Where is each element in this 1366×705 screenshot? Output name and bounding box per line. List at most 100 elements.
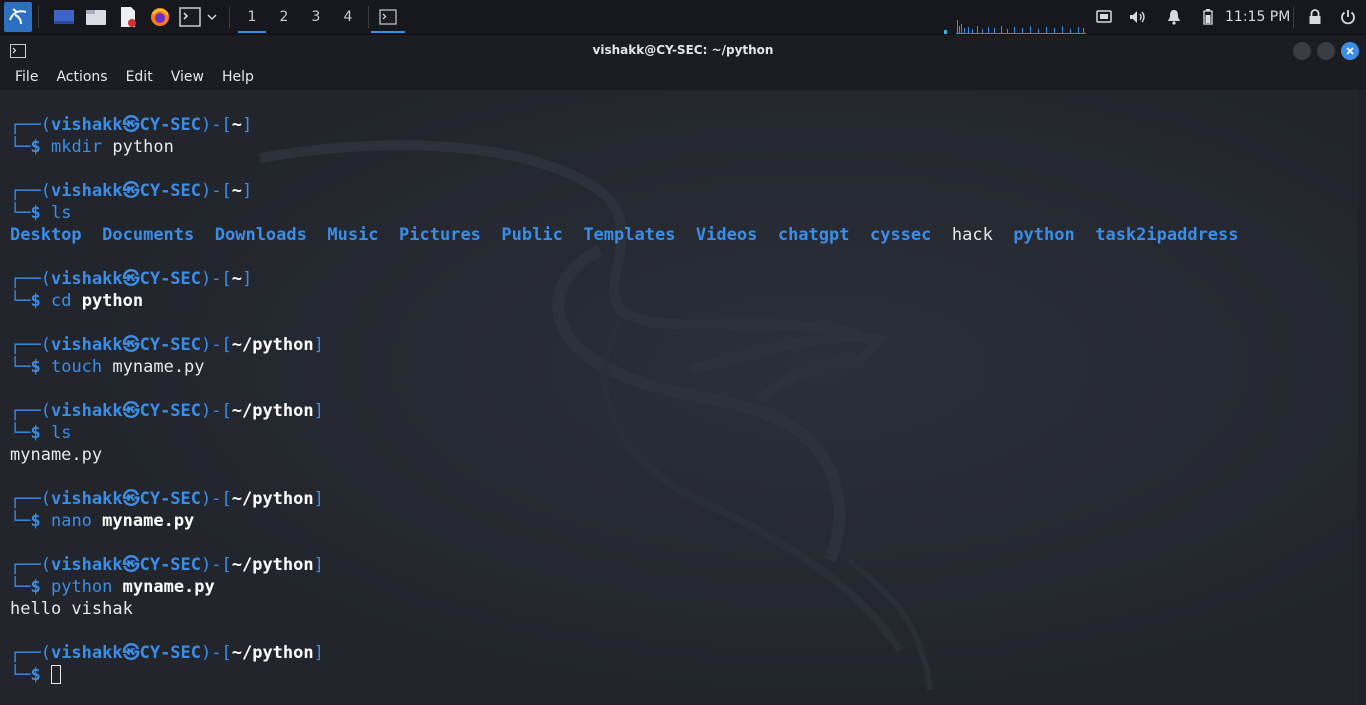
prompt-bracket: └─ (10, 291, 31, 311)
prompt-bracket: └─ (10, 137, 31, 157)
prompt-dollar: $ (30, 423, 51, 443)
ls-entry: Videos (695, 225, 758, 245)
terminal-launcher-icon[interactable] (177, 4, 203, 30)
prompt-user-host: vishakk㉿CY-SEC (50, 401, 202, 421)
prompt-user-host: vishakk㉿CY-SEC (50, 181, 202, 201)
command-name: python (50, 577, 113, 597)
battery-icon[interactable] (1198, 0, 1218, 34)
prompt-path: ~/python (231, 401, 314, 421)
menu-help[interactable]: Help (213, 65, 263, 90)
prompt-bracket: ┌──( (10, 181, 51, 201)
window-titlebar[interactable]: vishakk@CY-SEC: ~/python (0, 35, 1366, 65)
prompt-dollar: $ (30, 577, 51, 597)
cpu-graph (944, 20, 1086, 34)
prompt-bracket: )-[ (201, 269, 232, 289)
prompt-bracket: ┌──( (10, 115, 51, 135)
prompt-bracket: └─ (10, 577, 31, 597)
prompt-bracket: )-[ (201, 181, 232, 201)
prompt-dollar: $ (30, 203, 51, 223)
prompt-bracket: )-[ (201, 115, 232, 135)
command-arg: myname.py (112, 357, 205, 377)
prompt-bracket: └─ (10, 665, 31, 685)
screen-icon[interactable] (1094, 0, 1114, 34)
workspace-4[interactable]: 4 (332, 0, 364, 34)
prompt-bracket: )-[ (201, 643, 232, 663)
prompt-bracket: ] (313, 555, 324, 575)
terminal-scrollbar[interactable] (1358, 90, 1366, 705)
prompt-dollar: $ (30, 137, 51, 157)
taskbar-separator (1293, 6, 1294, 28)
prompt-bracket: )-[ (201, 555, 232, 575)
prompt-bracket: )-[ (201, 401, 232, 421)
workspace-3[interactable]: 3 (300, 0, 332, 34)
volume-icon[interactable] (1128, 0, 1148, 34)
workspace-label: 2 (279, 9, 289, 25)
taskbar-separator (229, 6, 230, 28)
file-manager-icon[interactable] (83, 4, 109, 30)
prompt-bracket: └─ (10, 203, 31, 223)
menu-actions[interactable]: Actions (47, 65, 116, 90)
prompt-path: ~/python (231, 555, 314, 575)
firefox-icon[interactable] (147, 4, 173, 30)
command-arg: myname.py (102, 511, 195, 531)
workspace-label: 1 (247, 9, 257, 25)
prompt-bracket: ] (241, 181, 253, 201)
prompt-dollar: $ (30, 357, 51, 377)
close-button[interactable] (1341, 42, 1359, 60)
maximize-button[interactable] (1317, 42, 1335, 60)
show-desktop-icon[interactable] (51, 4, 77, 30)
command-line: └─$ (10, 664, 1239, 686)
terminal-task-button[interactable] (371, 0, 405, 34)
ls-entry: Documents (102, 225, 195, 245)
workspace-label: 4 (343, 9, 353, 25)
lock-icon[interactable] (1305, 0, 1325, 34)
ls-output-line: Desktop Documents Downloads Music Pictur… (10, 224, 1239, 246)
command-line: └─$ python myname.py (10, 576, 1239, 598)
menu-file[interactable]: File (6, 65, 47, 90)
command-line: └─$ nano myname.py (10, 510, 1239, 532)
menu-view[interactable]: View (162, 65, 213, 90)
kali-menu-icon[interactable] (4, 2, 32, 32)
command-line: └─$ ls (10, 422, 1239, 444)
close-icon (1346, 47, 1354, 55)
ls-entry: python (1013, 225, 1075, 245)
chevron-down-icon[interactable] (205, 4, 219, 30)
prompt-path: ~ (231, 269, 242, 289)
menu-edit[interactable]: Edit (117, 65, 162, 90)
ls-entry: cyssec (869, 225, 932, 245)
prompt-path: ~/python (231, 643, 314, 663)
ls-entry: Desktop (10, 225, 82, 245)
menubar: File Actions Edit View Help (0, 65, 1366, 90)
workspace-1[interactable]: 1 (236, 0, 268, 34)
notification-bell-icon[interactable] (1164, 0, 1184, 34)
ls-entry: Templates (583, 225, 676, 245)
ls-entry: Music (327, 225, 379, 245)
logout-icon[interactable] (1338, 0, 1358, 34)
clock[interactable]: 11:15 PM (1225, 0, 1290, 34)
ls-entry: Public (501, 225, 563, 245)
prompt-path: ~/python (231, 489, 314, 509)
prompt-line: ┌──(vishakk㉿CY-SEC)-[~/python] (10, 554, 1239, 576)
terminal-area[interactable]: ┌──(vishakk㉿CY-SEC)-[~] └─$ mkdir python ┌… (0, 90, 1366, 705)
workspace-2[interactable]: 2 (268, 0, 300, 34)
prompt-bracket: ┌──( (10, 401, 51, 421)
minimize-button[interactable] (1293, 42, 1311, 60)
command-name: cd (50, 291, 72, 311)
prompt-bracket: ┌──( (10, 489, 51, 509)
text-editor-icon[interactable] (115, 4, 141, 30)
prompt-bracket: ] (313, 401, 324, 421)
